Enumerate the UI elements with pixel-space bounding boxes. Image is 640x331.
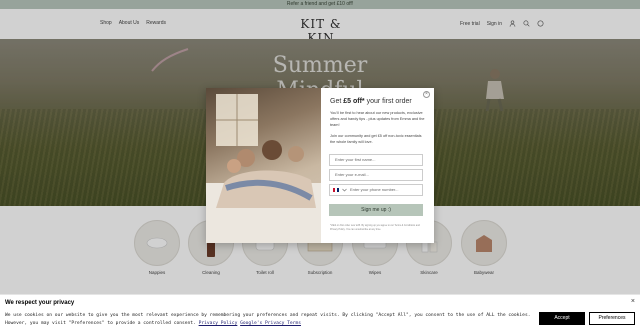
- privacy-policy-link[interactable]: Privacy Policy: [199, 321, 238, 326]
- cookie-accept-button[interactable]: Accept: [539, 312, 585, 325]
- email-input[interactable]: Enter your e-mail...: [329, 169, 423, 181]
- phone-placeholder: Enter your phone number...: [350, 187, 399, 192]
- phone-input[interactable]: Enter your phone number...: [329, 184, 423, 196]
- family-photo: [206, 88, 321, 243]
- modal-content: Get £5 off* your first order You'll be f…: [328, 88, 432, 243]
- modal-fine-print: *Valid on first order over £25. By signi…: [330, 224, 420, 231]
- sign-me-up-button[interactable]: Sign me up :): [329, 204, 423, 216]
- modal-title-prefix: Get: [330, 98, 344, 105]
- first-name-input[interactable]: Enter your first name...: [329, 154, 423, 166]
- modal-title: Get £5 off* your first order: [330, 98, 412, 105]
- modal-join-text: Join our community and get £5 off non-to…: [330, 134, 422, 145]
- signup-modal: × Get £5 off* your first order You'll be…: [206, 88, 434, 243]
- modal-title-suffix: your first order: [364, 98, 412, 105]
- modal-title-offer: £5 off*: [343, 98, 365, 105]
- cookie-title: We respect your privacy: [5, 300, 75, 306]
- cookie-preferences-button[interactable]: Preferences: [589, 312, 635, 325]
- uk-flag-icon[interactable]: [333, 188, 339, 192]
- modal-intro-text: You'll be first to hear about our new pr…: [330, 111, 425, 128]
- chevron-down-icon[interactable]: [342, 188, 347, 192]
- google-privacy-terms-link[interactable]: Google's Privacy Terms: [240, 321, 301, 326]
- cookie-text: We use cookies on our website to give yo…: [5, 312, 535, 328]
- cookie-close-icon[interactable]: ×: [631, 298, 635, 305]
